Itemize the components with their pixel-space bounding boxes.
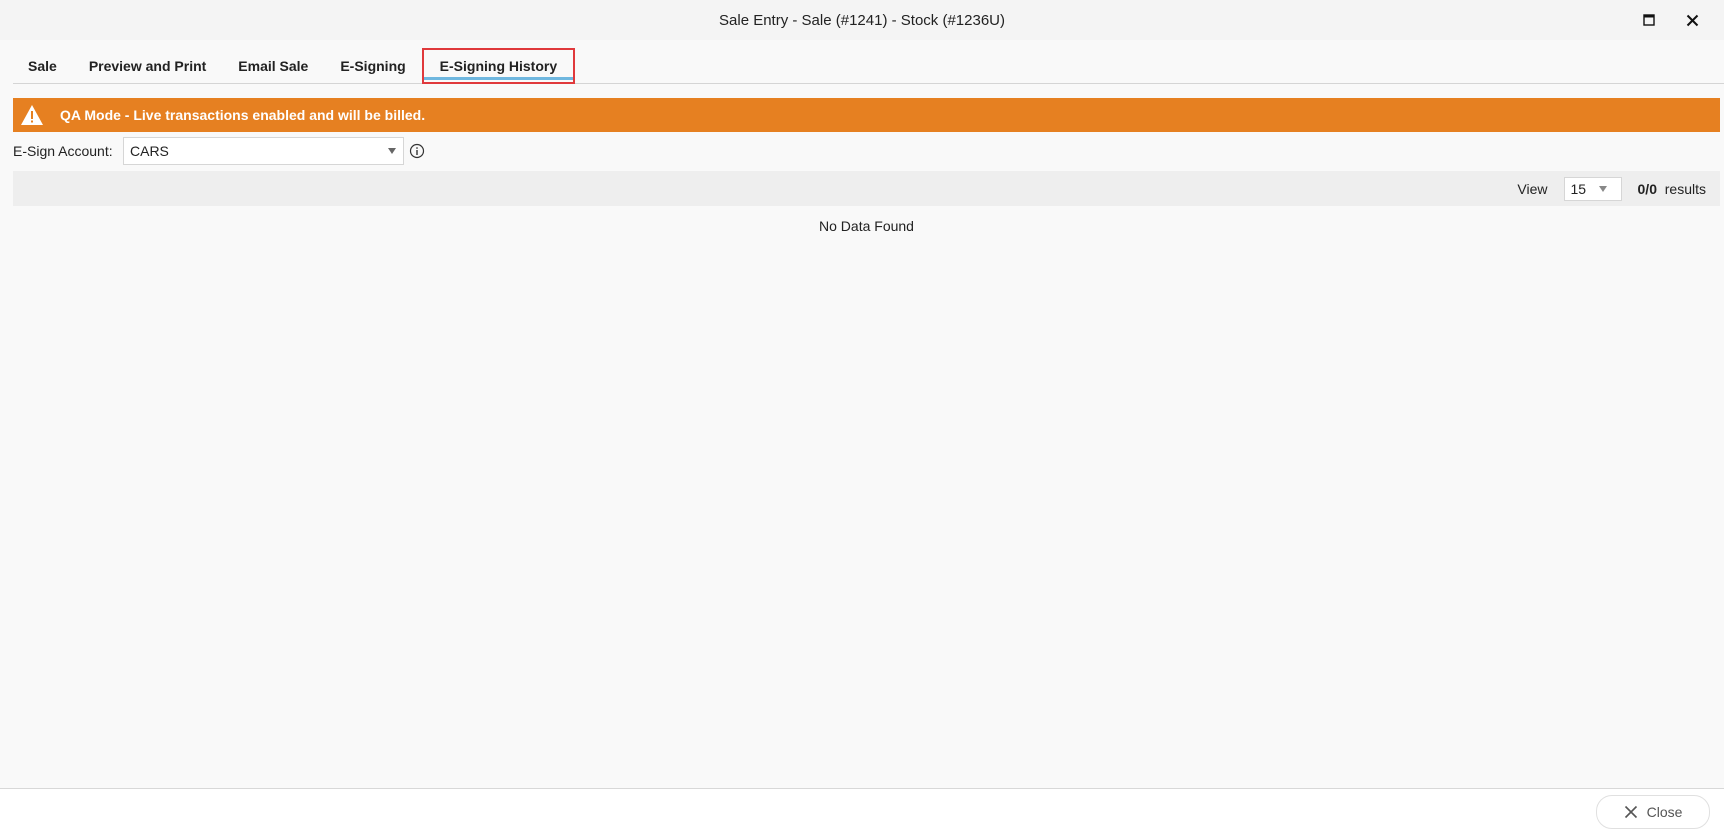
results-count: 0/0 results [1638,181,1706,197]
qa-mode-banner: QA Mode - Live transactions enabled and … [13,98,1720,132]
tab-label: Sale [28,58,57,74]
esign-account-value: CARS [130,143,169,159]
results-number: 0/0 [1637,180,1657,197]
view-label: View [1517,180,1548,197]
chevron-down-icon [1598,185,1607,192]
maximize-icon [1643,14,1655,26]
window-close-button[interactable] [1680,8,1704,32]
close-button[interactable]: Close [1596,795,1710,829]
tab-label: E-Signing History [439,58,558,74]
window-title: Sale Entry - Sale (#1241) - Stock (#1236… [719,11,1005,29]
tab-label: Email Sale [238,58,309,74]
tab-bar: Sale Preview and Print Email Sale E-Sign… [13,48,1724,84]
esign-account-select[interactable]: CARS [123,137,404,165]
grid-toolbar: View 15 0/0 results [13,171,1720,206]
page-size-value: 15 [1570,180,1587,197]
banner-text: QA Mode - Live transactions enabled and … [60,107,426,123]
tab-label: E-Signing [340,58,406,74]
empty-state-text: No Data Found [819,218,914,234]
tab-e-signing[interactable]: E-Signing [324,48,421,84]
results-suffix: results [1664,180,1706,197]
tab-label: Preview and Print [88,58,207,74]
info-icon[interactable] [409,143,425,159]
sale-entry-window: Sale Entry - Sale (#1241) - Stock (#1236… [0,0,1724,832]
page-size-select[interactable]: 15 [1563,176,1622,201]
close-icon [1686,14,1699,27]
tab-e-signing-history[interactable]: E-Signing History [421,48,576,84]
tab-preview-and-print[interactable]: Preview and Print [73,48,222,84]
close-button-label: Close [1646,804,1683,820]
warning-icon [20,104,44,126]
esign-account-row: E-Sign Account: CARS [13,137,513,165]
tab-sale[interactable]: Sale [13,48,73,84]
maximize-button[interactable] [1637,8,1661,32]
title-bar: Sale Entry - Sale (#1241) - Stock (#1236… [0,0,1724,40]
esign-account-label: E-Sign Account: [13,143,113,159]
close-icon [1624,805,1638,819]
footer-bar: Close [0,788,1724,832]
tab-email-sale[interactable]: Email Sale [222,48,324,84]
chevron-down-icon [388,148,396,154]
